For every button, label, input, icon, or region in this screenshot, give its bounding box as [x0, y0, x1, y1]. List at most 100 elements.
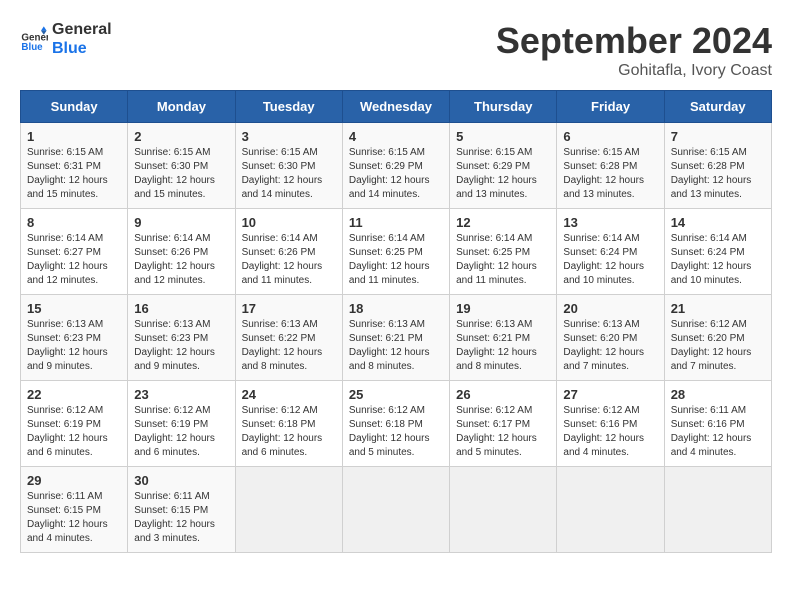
day-detail: Sunrise: 6:11 AMSunset: 6:16 PMDaylight:… — [671, 404, 765, 460]
calendar-cell: 6 Sunrise: 6:15 AMSunset: 6:28 PMDaylight… — [557, 123, 664, 209]
calendar-cell: 24Sunrise: 6:12 AMSunset: 6:18 PMDayligh… — [235, 381, 342, 467]
calendar-week-1: 1Sunrise: 6:15 AMSunset: 6:31 PMDaylight… — [21, 123, 772, 209]
month-title: September 2024 — [496, 20, 772, 62]
header-tuesday: Tuesday — [235, 91, 342, 123]
day-number: 26 — [456, 387, 550, 402]
calendar-cell: 21Sunrise: 6:12 AMSunset: 6:20 PMDayligh… — [664, 295, 771, 381]
logo: General Blue General Blue — [20, 20, 112, 58]
day-detail: Sunrise: 6:13 AMSunset: 6:21 PMDaylight:… — [456, 318, 550, 374]
calendar-cell: 8 Sunrise: 6:14 AMSunset: 6:27 PMDaylight… — [21, 209, 128, 295]
day-detail: Sunrise: 6:11 AMSunset: 6:15 PMDaylight:… — [27, 490, 121, 546]
day-number: 14 — [671, 215, 765, 230]
day-number: 21 — [671, 301, 765, 316]
day-number: 18 — [349, 301, 443, 316]
calendar-cell: 29Sunrise: 6:11 AMSunset: 6:15 PMDayligh… — [21, 467, 128, 553]
calendar-cell: 5Sunrise: 6:15 AMSunset: 6:29 PMDaylight… — [450, 123, 557, 209]
day-number: 13 — [563, 215, 657, 230]
day-detail: Sunrise: 6:15 AMSunset: 6:29 PMDaylight:… — [349, 146, 443, 202]
day-detail: Sunrise: 6:14 AMSunset: 6:25 PMDaylight:… — [349, 232, 443, 288]
day-number: 16 — [134, 301, 228, 316]
day-number: 27 — [563, 387, 657, 402]
calendar-cell: 25 Sunrise: 6:12 AMSunset: 6:18 PMDayligh… — [342, 381, 449, 467]
calendar-cell: 10 Sunrise: 6:14 AMSunset: 6:26 PMDayligh… — [235, 209, 342, 295]
calendar-cell — [450, 467, 557, 553]
calendar-cell: 16 Sunrise: 6:13 AMSunset: 6:23 PMDayligh… — [128, 295, 235, 381]
calendar-week-4: 22 Sunrise: 6:12 AMSunset: 6:19 PMDayligh… — [21, 381, 772, 467]
calendar-cell — [557, 467, 664, 553]
day-detail: Sunrise: 6:12 AMSunset: 6:18 PMDaylight:… — [242, 404, 336, 460]
day-number: 17 — [242, 301, 336, 316]
calendar-cell: 23Sunrise: 6:12 AMSunset: 6:19 PMDayligh… — [128, 381, 235, 467]
day-detail: Sunrise: 6:14 AMSunset: 6:24 PMDaylight:… — [563, 232, 657, 288]
header-saturday: Saturday — [664, 91, 771, 123]
day-detail: Sunrise: 6:14 AMSunset: 6:25 PMDaylight:… — [456, 232, 550, 288]
day-detail: Sunrise: 6:12 AMSunset: 6:19 PMDaylight:… — [134, 404, 228, 460]
header-monday: Monday — [128, 91, 235, 123]
day-number: 15 — [27, 301, 121, 316]
calendar-week-5: 29Sunrise: 6:11 AMSunset: 6:15 PMDayligh… — [21, 467, 772, 553]
calendar-cell: 1Sunrise: 6:15 AMSunset: 6:31 PMDaylight… — [21, 123, 128, 209]
calendar-cell: 26 Sunrise: 6:12 AMSunset: 6:17 PMDayligh… — [450, 381, 557, 467]
page-header: General Blue General Blue September 2024… — [20, 20, 772, 80]
day-detail: Sunrise: 6:13 AMSunset: 6:23 PMDaylight:… — [27, 318, 121, 374]
header-thursday: Thursday — [450, 91, 557, 123]
calendar-cell — [664, 467, 771, 553]
day-detail: Sunrise: 6:14 AMSunset: 6:27 PMDaylight:… — [27, 232, 121, 288]
calendar-cell: 19 Sunrise: 6:13 AMSunset: 6:21 PMDayligh… — [450, 295, 557, 381]
day-number: 6 — [563, 129, 657, 144]
day-detail: Sunrise: 6:13 AMSunset: 6:20 PMDaylight:… — [563, 318, 657, 374]
logo-line2: Blue — [52, 39, 112, 58]
calendar-cell: 13 Sunrise: 6:14 AMSunset: 6:24 PMDayligh… — [557, 209, 664, 295]
title-block: September 2024 Gohitafla, Ivory Coast — [496, 20, 772, 80]
day-detail: Sunrise: 6:12 AMSunset: 6:17 PMDaylight:… — [456, 404, 550, 460]
day-number: 3 — [242, 129, 336, 144]
day-detail: Sunrise: 6:14 AMSunset: 6:26 PMDaylight:… — [134, 232, 228, 288]
header-friday: Friday — [557, 91, 664, 123]
day-detail: Sunrise: 6:15 AMSunset: 6:28 PMDaylight:… — [563, 146, 657, 202]
calendar-table: Sunday Monday Tuesday Wednesday Thursday… — [20, 90, 772, 553]
day-number: 22 — [27, 387, 121, 402]
calendar-cell: 3 Sunrise: 6:15 AMSunset: 6:30 PMDaylight… — [235, 123, 342, 209]
calendar-cell — [342, 467, 449, 553]
calendar-cell: 17 Sunrise: 6:13 AMSunset: 6:22 PMDayligh… — [235, 295, 342, 381]
day-number: 28 — [671, 387, 765, 402]
day-detail: Sunrise: 6:13 AMSunset: 6:23 PMDaylight:… — [134, 318, 228, 374]
day-number: 7 — [671, 129, 765, 144]
day-number: 30 — [134, 473, 228, 488]
calendar-cell: 28 Sunrise: 6:11 AMSunset: 6:16 PMDayligh… — [664, 381, 771, 467]
day-number: 9 — [134, 215, 228, 230]
day-number: 20 — [563, 301, 657, 316]
day-detail: Sunrise: 6:13 AMSunset: 6:21 PMDaylight:… — [349, 318, 443, 374]
header-sunday: Sunday — [21, 91, 128, 123]
calendar-cell: 9 Sunrise: 6:14 AMSunset: 6:26 PMDaylight… — [128, 209, 235, 295]
calendar-cell: 12 Sunrise: 6:14 AMSunset: 6:25 PMDayligh… — [450, 209, 557, 295]
svg-text:Blue: Blue — [21, 42, 43, 53]
header-wednesday: Wednesday — [342, 91, 449, 123]
calendar-cell: 22Sunrise: 6:12 AMSunset: 6:19 PMDayligh… — [21, 381, 128, 467]
day-number: 25 — [349, 387, 443, 402]
day-detail: Sunrise: 6:15 AMSunset: 6:30 PMDaylight:… — [242, 146, 336, 202]
calendar-cell: 4Sunrise: 6:15 AMSunset: 6:29 PMDaylight… — [342, 123, 449, 209]
day-number: 10 — [242, 215, 336, 230]
day-number: 11 — [349, 215, 443, 230]
calendar-cell — [235, 467, 342, 553]
day-number: 12 — [456, 215, 550, 230]
calendar-cell: 18 Sunrise: 6:13 AMSunset: 6:21 PMDayligh… — [342, 295, 449, 381]
day-detail: Sunrise: 6:15 AMSunset: 6:28 PMDaylight:… — [671, 146, 765, 202]
day-detail: Sunrise: 6:15 AMSunset: 6:31 PMDaylight:… — [27, 146, 121, 202]
day-number: 19 — [456, 301, 550, 316]
day-detail: Sunrise: 6:12 AMSunset: 6:18 PMDaylight:… — [349, 404, 443, 460]
location-title: Gohitafla, Ivory Coast — [496, 62, 772, 80]
day-detail: Sunrise: 6:11 AMSunset: 6:15 PMDaylight:… — [134, 490, 228, 546]
day-detail: Sunrise: 6:15 AMSunset: 6:30 PMDaylight:… — [134, 146, 228, 202]
calendar-cell: 27 Sunrise: 6:12 AMSunset: 6:16 PMDayligh… — [557, 381, 664, 467]
calendar-cell: 14Sunrise: 6:14 AMSunset: 6:24 PMDayligh… — [664, 209, 771, 295]
calendar-week-3: 15 Sunrise: 6:13 AMSunset: 6:23 PMDayligh… — [21, 295, 772, 381]
day-detail: Sunrise: 6:13 AMSunset: 6:22 PMDaylight:… — [242, 318, 336, 374]
day-detail: Sunrise: 6:12 AMSunset: 6:16 PMDaylight:… — [563, 404, 657, 460]
day-number: 2 — [134, 129, 228, 144]
calendar-cell: 30 Sunrise: 6:11 AMSunset: 6:15 PMDayligh… — [128, 467, 235, 553]
calendar-cell: 15 Sunrise: 6:13 AMSunset: 6:23 PMDayligh… — [21, 295, 128, 381]
day-number: 8 — [27, 215, 121, 230]
day-detail: Sunrise: 6:14 AMSunset: 6:26 PMDaylight:… — [242, 232, 336, 288]
